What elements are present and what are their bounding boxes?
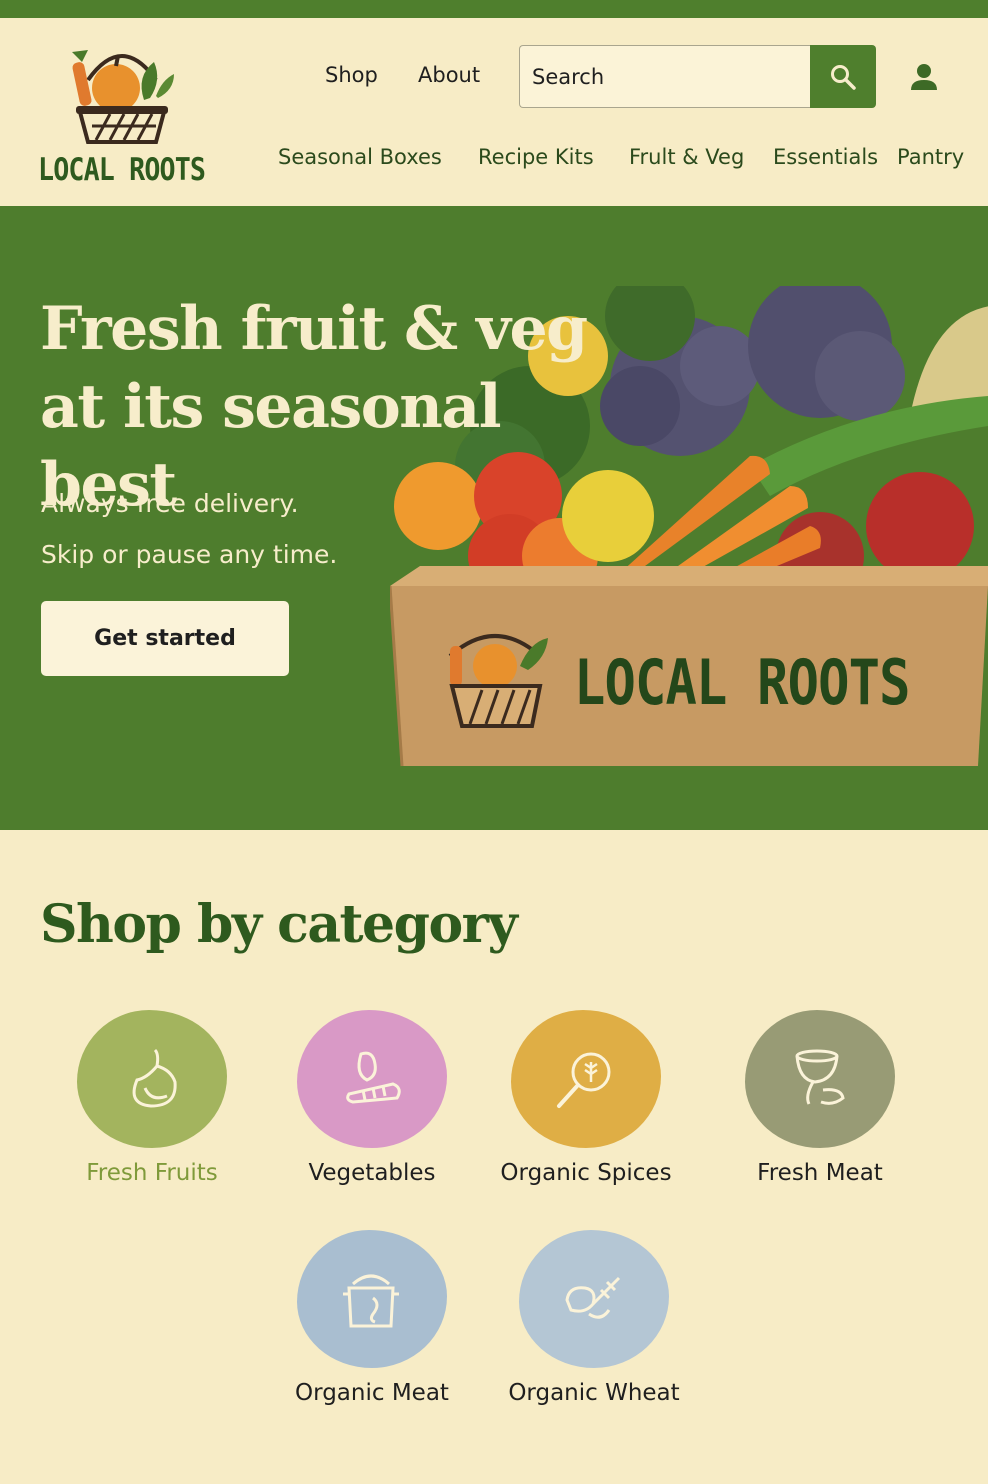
category-fresh-fruits[interactable]: Fresh Fruits bbox=[52, 1010, 252, 1186]
hero-title-line-1: Fresh fruit & veg bbox=[40, 294, 588, 364]
wheat-icon bbox=[565, 1276, 621, 1319]
hero-banner: Fresh fruit & veg at its seasonal best A… bbox=[0, 206, 988, 830]
category-organic-wheat[interactable]: Organic Wheat bbox=[494, 1230, 694, 1406]
category-label: Fresh Fruits bbox=[86, 1160, 218, 1186]
category-blob bbox=[297, 1010, 447, 1148]
site-header: LOCAL ROOTS Shop About Seasonal Boxes Re… bbox=[0, 18, 988, 206]
nav-shop-link[interactable]: Shop bbox=[325, 63, 378, 87]
category-nav-pantry[interactable]: Pantry bbox=[897, 145, 964, 169]
category-label: Vegetables bbox=[308, 1160, 436, 1186]
category-blob bbox=[511, 1010, 661, 1148]
category-blob bbox=[519, 1230, 669, 1368]
fruit-icon bbox=[132, 1048, 177, 1108]
category-fresh-meat[interactable]: Fresh Meat bbox=[720, 1010, 920, 1186]
category-label: Fresh Meat bbox=[757, 1160, 883, 1186]
pot-icon bbox=[343, 1274, 399, 1328]
nav-about-link[interactable]: About bbox=[418, 63, 480, 87]
apple-icon bbox=[866, 472, 974, 580]
user-icon bbox=[911, 64, 937, 90]
hero-subtitle: Always free delivery. Skip or pause any … bbox=[41, 478, 337, 580]
search-icon bbox=[831, 64, 856, 90]
category-label: Organic Wheat bbox=[508, 1380, 680, 1406]
box-brand-text: LOCAL ROOTS bbox=[574, 646, 911, 719]
search-input[interactable] bbox=[519, 45, 812, 108]
meat-icon bbox=[795, 1049, 845, 1105]
brand-logo[interactable]: LOCAL ROOTS bbox=[38, 40, 208, 190]
vegetable-icon bbox=[346, 1051, 401, 1104]
search-button[interactable] bbox=[810, 45, 876, 108]
category-organic-meat[interactable]: Organic Meat bbox=[272, 1230, 472, 1406]
top-accent-bar bbox=[0, 0, 988, 18]
search-bar bbox=[519, 45, 876, 108]
category-nav-fruit-veg[interactable]: Frult & Veg bbox=[629, 145, 744, 169]
category-vegetables[interactable]: Vegetables bbox=[272, 1010, 472, 1186]
category-nav-seasonal-boxes[interactable]: Seasonal Boxes bbox=[278, 145, 442, 169]
shop-by-category-section: Shop by category Fresh Fruits Vegetables bbox=[0, 830, 988, 1484]
basket-logo-icon bbox=[72, 50, 174, 144]
category-label: Organic Spices bbox=[500, 1160, 672, 1186]
spice-icon bbox=[557, 1052, 611, 1108]
category-nav-essentials[interactable]: Essentials bbox=[773, 145, 878, 169]
hero-subtitle-line-2: Skip or pause any time. bbox=[41, 540, 338, 569]
get-started-button[interactable]: Get started bbox=[41, 601, 289, 676]
category-organic-spices[interactable]: Organic Spices bbox=[486, 1010, 686, 1186]
category-nav-recipe-kits[interactable]: Recipe Kits bbox=[478, 145, 594, 169]
category-label: Organic Meat bbox=[295, 1380, 449, 1406]
category-blob bbox=[77, 1010, 227, 1148]
hero-subtitle-line-1: Always free delivery. bbox=[41, 489, 299, 518]
section-title: Shop by category bbox=[40, 894, 518, 955]
category-blob bbox=[297, 1230, 447, 1368]
category-blob bbox=[745, 1010, 895, 1148]
brand-wordmark: LOCAL ROOTS bbox=[38, 152, 206, 188]
account-button[interactable] bbox=[906, 60, 942, 96]
